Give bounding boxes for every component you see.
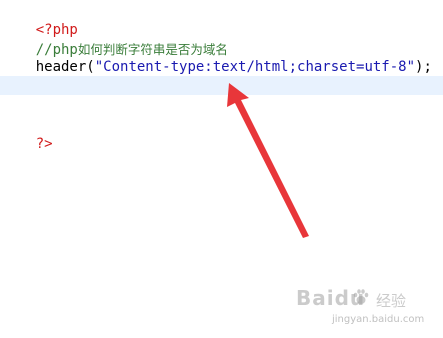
code-line-2[interactable]: //php如何判断字符串是否为域名 (0, 21, 443, 58)
php-close-tag: ?> (35, 136, 53, 152)
watermark-cn: 经验 (376, 292, 407, 310)
header-function: header (35, 59, 87, 75)
watermark-url: jingyan.baidu.com (332, 314, 425, 325)
code-line-1[interactable]: <?php (0, 2, 443, 38)
code-line-5[interactable]: ?> (0, 116, 443, 152)
paren-open: ( (86, 59, 95, 75)
code-line-3[interactable]: header("Content-type:text/html;charset=u… (0, 39, 443, 75)
paw-icon (353, 289, 369, 304)
header-string: "Content-type:text/html;charset=utf-8" (94, 59, 416, 75)
baidu-watermark: Baidu 经验 jingyan.baidu.com (296, 286, 426, 330)
paren-close: ); (415, 59, 432, 75)
current-line-highlight[interactable] (0, 76, 443, 95)
